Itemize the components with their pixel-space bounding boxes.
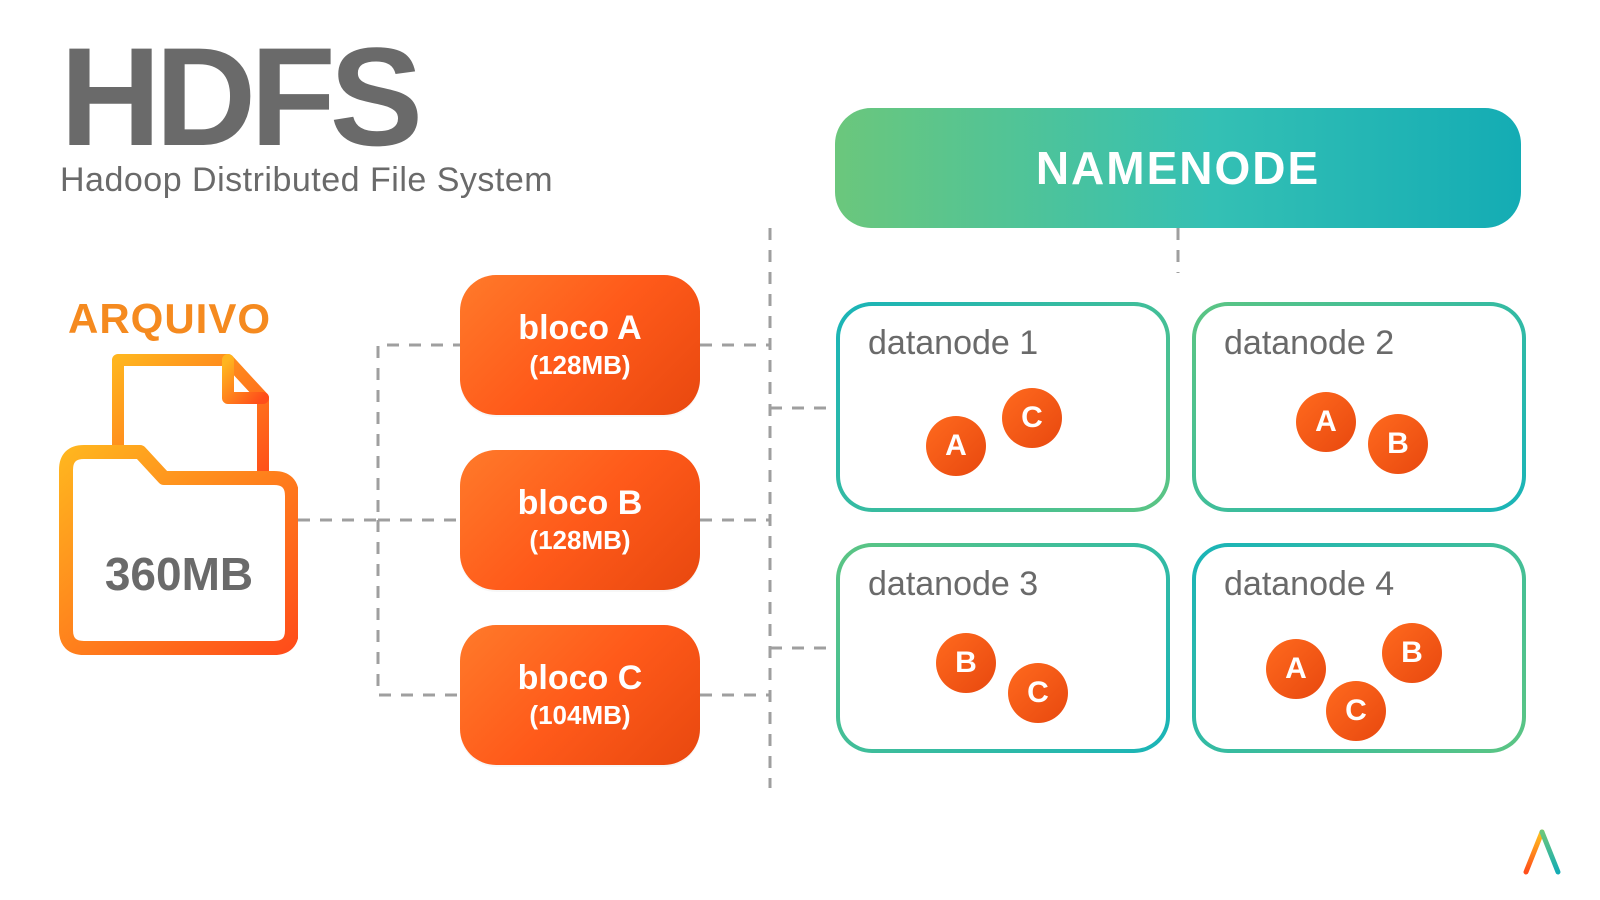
chip: A — [1296, 392, 1356, 452]
block-c-name: bloco C — [518, 659, 643, 698]
chip: B — [936, 633, 996, 693]
title-block: HDFS Hadoop Distributed File System — [60, 30, 553, 200]
datanode-3-label: datanode 3 — [868, 565, 1038, 604]
chip: B — [1382, 623, 1442, 683]
chip: A — [926, 416, 986, 476]
datanode-4-label: datanode 4 — [1224, 565, 1394, 604]
block-c: bloco C (104MB) — [460, 625, 700, 765]
datanode-1-label: datanode 1 — [868, 324, 1038, 363]
arquivo-label: ARQUIVO — [68, 295, 271, 343]
datanode-1: datanode 1 A C — [836, 302, 1170, 512]
connector-blocks-to-namenode — [700, 228, 840, 808]
arquivo-size-text: 360MB — [105, 548, 253, 600]
file-folder-icon: 360MB — [48, 350, 298, 660]
chip: C — [1326, 681, 1386, 741]
block-b: bloco B (128MB) — [460, 450, 700, 590]
datanode-3: datanode 3 B C — [836, 543, 1170, 753]
datanode-4: datanode 4 A B C — [1192, 543, 1526, 753]
block-c-size: (104MB) — [529, 700, 630, 731]
block-b-size: (128MB) — [529, 525, 630, 556]
datanode-2-label: datanode 2 — [1224, 324, 1394, 363]
block-a-size: (128MB) — [529, 350, 630, 381]
namenode-box: NAMENODE — [835, 108, 1521, 228]
namenode-label: NAMENODE — [1036, 141, 1320, 195]
diagram-stage: HDFS Hadoop Distributed File System ARQU… — [0, 0, 1600, 900]
title-main: HDFS — [60, 30, 553, 163]
chip: C — [1008, 663, 1068, 723]
chip: B — [1368, 414, 1428, 474]
title-sub: Hadoop Distributed File System — [60, 161, 553, 200]
connector-file-to-blocks — [298, 300, 468, 780]
brand-logo-icon — [1520, 828, 1564, 876]
block-b-name: bloco B — [518, 484, 643, 523]
datanode-2: datanode 2 A B — [1192, 302, 1526, 512]
chip: C — [1002, 388, 1062, 448]
block-a-name: bloco A — [518, 309, 641, 348]
chip: A — [1266, 639, 1326, 699]
block-a: bloco A (128MB) — [460, 275, 700, 415]
